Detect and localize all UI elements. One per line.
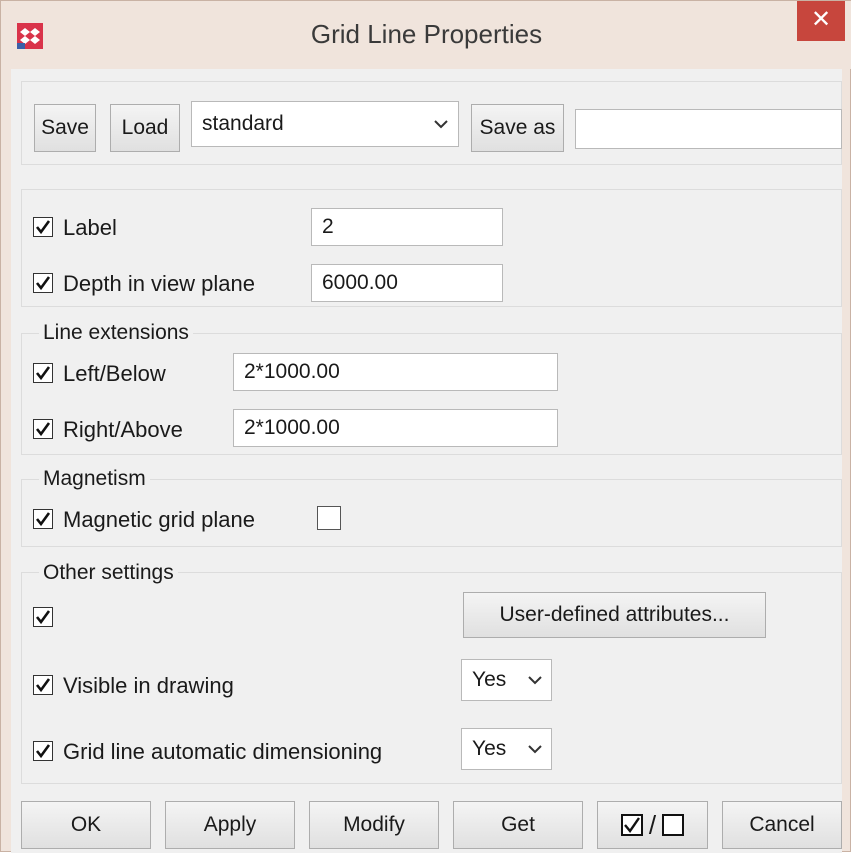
label-field-label: Label [63,215,117,240]
left-below-checkbox[interactable] [33,363,53,383]
magnetic-grid-plane-value-checkbox[interactable] [317,506,341,530]
visible-in-drawing-select[interactable]: Yes [461,659,552,701]
chevron-down-icon [528,745,542,754]
preset-select[interactable]: standard [191,101,459,147]
load-button[interactable]: Load [110,104,180,152]
get-button[interactable]: Get [453,801,583,849]
checkmark-icon [35,422,51,437]
save-as-button[interactable]: Save as [471,104,564,152]
user-defined-attributes-button[interactable]: User-defined attributes... [463,592,766,638]
dialog-body: Save Load standard Save as Label 2 Depth… [11,69,842,853]
user-defined-attributes-checkbox[interactable] [33,607,53,627]
visible-in-drawing-label: Visible in drawing [63,673,234,698]
right-above-checkbox[interactable] [33,419,53,439]
checked-box-icon [620,814,643,836]
modify-button[interactable]: Modify [309,801,439,849]
apply-button[interactable]: Apply [165,801,295,849]
toggle-all-checkboxes-button[interactable]: / [597,801,708,849]
automatic-dimensioning-label: Grid line automatic dimensioning [63,739,383,764]
automatic-dimensioning-checkbox[interactable] [33,741,53,761]
checkmark-icon [35,220,51,235]
automatic-dimensioning-value: Yes [472,737,507,760]
magnetism-title: Magnetism [39,467,150,491]
visible-in-drawing-checkbox[interactable] [33,675,53,695]
checkmark-icon [35,678,51,693]
close-icon: ✕ [810,6,832,33]
left-below-input[interactable]: 2*1000.00 [233,353,558,391]
label-input[interactable]: 2 [311,208,503,246]
window-title: Grid Line Properties [310,19,543,49]
title-bar[interactable]: Grid Line Properties ✕ [1,1,851,69]
checkmark-icon [35,744,51,759]
depth-field-label: Depth in view plane [63,271,256,296]
save-as-name-input[interactable] [575,109,842,149]
depth-input[interactable]: 6000.00 [311,264,503,302]
toggle-separator: / [648,809,657,840]
label-checkbox[interactable] [33,217,53,237]
checkmark-icon [35,512,51,527]
checkmark-icon [35,366,51,381]
close-button[interactable]: ✕ [797,1,845,41]
right-above-label: Right/Above [63,417,183,442]
automatic-dimensioning-select[interactable]: Yes [461,728,552,770]
ok-button[interactable]: OK [21,801,151,849]
preset-select-value: standard [202,112,284,135]
magnetic-grid-plane-checkbox[interactable] [33,509,53,529]
cancel-button[interactable]: Cancel [722,801,842,849]
chevron-down-icon [434,120,448,129]
checkmark-icon [35,276,51,291]
chevron-down-icon [528,676,542,685]
magnetic-grid-plane-label: Magnetic grid plane [63,507,256,532]
left-below-label: Left/Below [63,361,166,386]
unchecked-box-icon [662,814,685,836]
other-settings-title: Other settings [39,561,178,585]
depth-checkbox[interactable] [33,273,53,293]
grid-line-properties-dialog: Grid Line Properties ✕ Save Load standar… [0,0,851,853]
save-button[interactable]: Save [34,104,96,152]
checkmark-icon [35,610,51,625]
right-above-input[interactable]: 2*1000.00 [233,409,558,447]
line-extensions-title: Line extensions [39,321,193,345]
visible-in-drawing-value: Yes [472,668,507,691]
